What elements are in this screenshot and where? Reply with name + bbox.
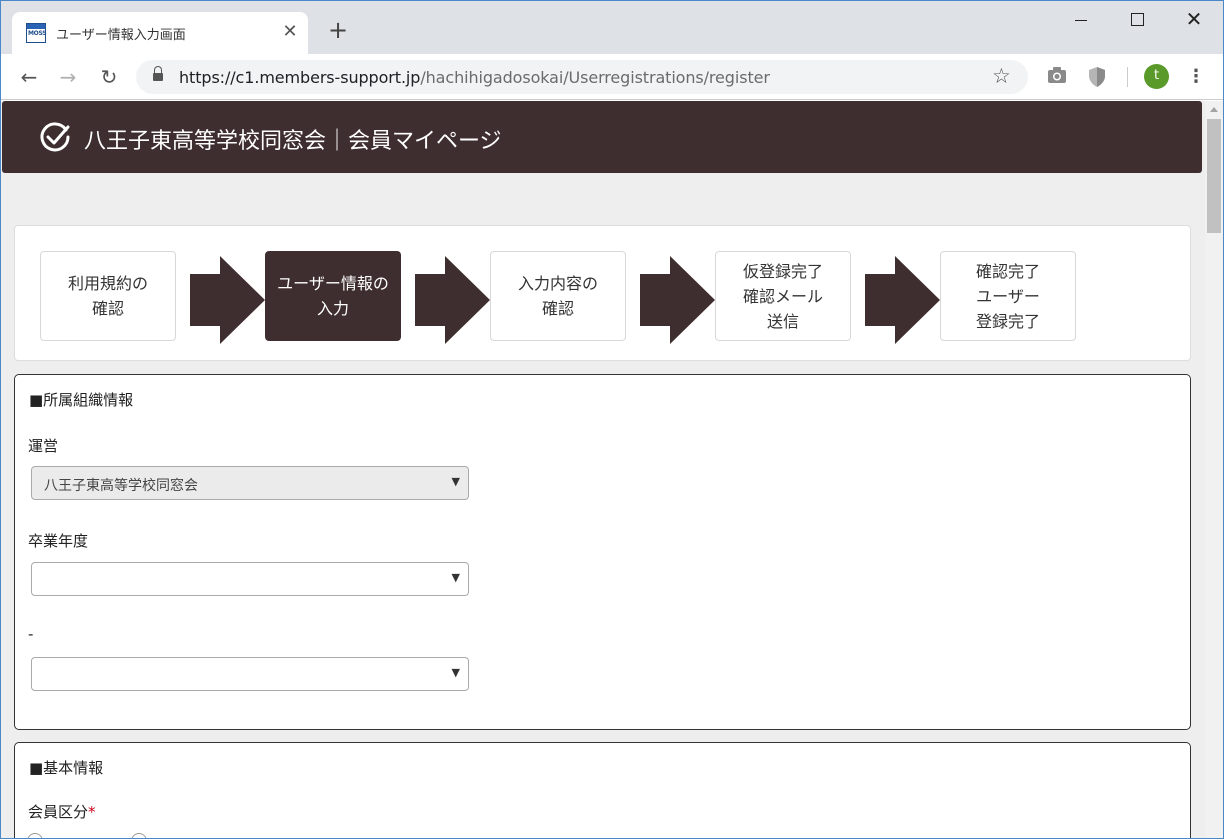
- forward-arrow-icon[interactable]: →: [55, 64, 81, 90]
- toolbar-divider: [1127, 67, 1128, 87]
- affiliation-section: ■所属組織情報 運営 八王子東高等学校同窓会 ▼ 卒業年度 ▼ - ▼: [14, 374, 1191, 730]
- step-arrow-icon: [190, 256, 265, 344]
- shield-icon[interactable]: [1086, 66, 1108, 88]
- step-registration-complete: 確認完了 ユーザー 登録完了: [940, 251, 1076, 341]
- browser-tab[interactable]: MOSS ユーザー情報入力画面 ✕: [12, 12, 308, 54]
- scroll-up-arrow-icon[interactable]: [1210, 107, 1218, 112]
- bookmark-star-icon[interactable]: ☆: [992, 65, 1011, 87]
- step-user-info: ユーザー情報の 入力: [265, 251, 401, 341]
- site-header: 八王子東高等学校同窓会｜会員マイページ: [2, 101, 1202, 173]
- step-provisional-mail: 仮登録完了 確認メール 送信: [715, 251, 851, 341]
- sub-group-label: -: [28, 625, 34, 643]
- org-select: 八王子東高等学校同窓会 ▼: [31, 466, 469, 500]
- tab-title: ユーザー情報入力画面: [56, 28, 186, 43]
- address-bar[interactable]: https://c1.members-support.jp/hachihigad…: [136, 60, 1028, 94]
- browser-toolbar: ← → ↻ https://c1.members-support.jp/hach…: [0, 54, 1224, 100]
- step-terms: 利用規約の 確認: [40, 251, 176, 341]
- window-minimize-button[interactable]: [1066, 8, 1096, 32]
- new-tab-button[interactable]: +: [326, 18, 350, 43]
- site-favicon-icon: MOSS: [26, 23, 47, 43]
- chevron-down-icon: ▼: [451, 475, 460, 488]
- window-maximize-button[interactable]: [1122, 8, 1152, 32]
- tab-strip: MOSS ユーザー情報入力画面 ✕ + ✕: [0, 0, 1224, 54]
- tab-close-icon[interactable]: ✕: [280, 21, 300, 43]
- org-select-value: 八王子東高等学校同窓会: [44, 478, 198, 494]
- registration-steps: 利用規約の 確認 ユーザー情報の 入力 入力内容の 確認 仮登録完了 確認メール…: [14, 225, 1191, 361]
- url-path: /hachihigadosokai/Userregistrations/regi…: [420, 68, 770, 87]
- camera-icon[interactable]: [1046, 66, 1068, 88]
- basic-info-section: ■基本情報 会員区分*: [14, 742, 1191, 839]
- profile-avatar[interactable]: t: [1144, 64, 1169, 89]
- window-close-button[interactable]: ✕: [1179, 8, 1209, 32]
- org-label: 運営: [28, 437, 59, 455]
- back-arrow-icon[interactable]: ←: [16, 64, 42, 90]
- reload-icon[interactable]: ↻: [96, 64, 122, 90]
- lock-icon[interactable]: [153, 66, 163, 83]
- basic-info-section-title: ■基本情報: [29, 759, 104, 777]
- scrollbar-thumb[interactable]: [1207, 119, 1221, 233]
- page-viewport: 八王子東高等学校同窓会｜会員マイページ 利用規約の 確認 ユーザー情報の 入力 …: [1, 101, 1205, 839]
- member-type-label: 会員区分*: [28, 801, 96, 822]
- check-circle-icon: [40, 122, 70, 152]
- member-type-label-text: 会員区分: [28, 803, 89, 821]
- url-host: https://c1.members-support.jp: [179, 68, 421, 87]
- affiliation-section-title: ■所属組織情報: [29, 391, 134, 409]
- sub-group-select[interactable]: ▼: [31, 657, 469, 691]
- chevron-down-icon: ▼: [451, 666, 460, 679]
- site-title: 八王子東高等学校同窓会｜会員マイページ: [84, 129, 502, 154]
- member-type-radio[interactable]: [27, 833, 43, 839]
- step-arrow-icon: [640, 256, 715, 344]
- step-arrow-icon: [415, 256, 490, 344]
- grad-year-select[interactable]: ▼: [31, 562, 469, 596]
- page-scrollbar[interactable]: [1205, 101, 1223, 839]
- step-arrow-icon: [865, 256, 940, 344]
- step-confirm-input: 入力内容の 確認: [490, 251, 626, 341]
- grad-year-label: 卒業年度: [28, 532, 89, 550]
- more-menu-icon[interactable]: ⋮: [1186, 65, 1206, 89]
- url-text[interactable]: https://c1.members-support.jp/hachihigad…: [179, 68, 770, 87]
- required-mark: *: [88, 803, 96, 821]
- chevron-down-icon: ▼: [451, 571, 460, 584]
- member-type-radio[interactable]: [131, 833, 147, 839]
